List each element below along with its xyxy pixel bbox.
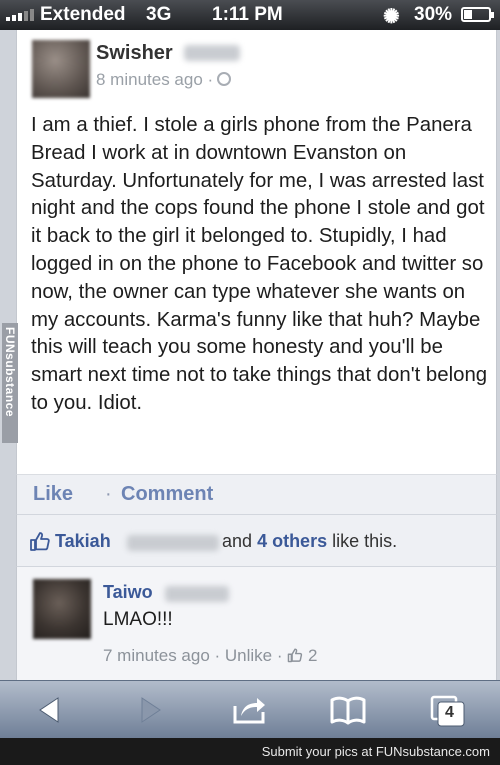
loading-spinner-icon: ✺	[383, 6, 400, 28]
browser-toolbar: 4	[0, 680, 500, 738]
commenter-name[interactable]: Taiwo	[103, 582, 153, 603]
post-actions: Like · Comment	[16, 474, 497, 514]
post-author-name[interactable]: Swisher	[96, 42, 173, 65]
forward-arrow-icon[interactable]	[130, 692, 170, 728]
post-body: I am a thief. I stole a girls phone from…	[31, 114, 488, 414]
tabs-icon[interactable]: 4	[428, 692, 468, 728]
comment-item: Taiwo LMAO!!! 7 minutes ago · Unlike · 2	[16, 566, 497, 680]
post-card: Swisher 8 minutes ago · I am a thief. I …	[16, 30, 497, 474]
battery-percent: 30%	[414, 4, 453, 25]
share-icon[interactable]	[229, 692, 269, 728]
likes-and: and	[222, 531, 253, 551]
comment-text: LMAO!!!	[103, 609, 173, 630]
likes-text: and 4 others like this.	[222, 531, 397, 552]
like-button[interactable]: Like	[33, 483, 73, 506]
commenter-avatar[interactable]	[33, 579, 91, 639]
watermark-bar: Submit your pics at FUNsubstance.com	[0, 738, 500, 765]
post-timestamp: 8 minutes ago ·	[96, 70, 232, 90]
comment-like-count: 2	[308, 646, 318, 665]
watermark-text: Submit your pics at FUNsubstance.com	[261, 744, 490, 759]
separator-dot: ·	[105, 483, 112, 505]
comment-meta-text[interactable]: 7 minutes ago · Unlike ·	[103, 646, 283, 665]
network-type: 3G	[146, 4, 172, 25]
redacted-surname	[127, 535, 219, 551]
status-bar: Extended 3G 1:11 PM ✺ 30%	[0, 0, 500, 30]
signal-icon	[6, 9, 34, 21]
likes-suffix: like this.	[332, 531, 398, 551]
others-link[interactable]: 4 others	[257, 531, 327, 551]
author-avatar[interactable]	[32, 40, 90, 98]
side-watermark: FUNsubstance	[2, 323, 18, 443]
comment-button[interactable]: Comment	[121, 483, 213, 506]
first-liker-name[interactable]: Takiah	[55, 531, 111, 552]
thumbs-up-icon	[287, 646, 308, 665]
thumbs-up-icon	[29, 530, 51, 557]
clock: 1:11 PM	[212, 4, 283, 25]
bookmarks-icon[interactable]	[328, 692, 368, 728]
globe-icon	[217, 72, 232, 86]
likes-summary[interactable]: Takiah and 4 others like this.	[16, 514, 497, 566]
tabs-count: 4	[445, 704, 454, 721]
comment-meta: 7 minutes ago · Unlike · 2	[103, 646, 317, 666]
back-arrow-icon[interactable]	[30, 692, 70, 728]
post-timestamp-text: 8 minutes ago ·	[96, 70, 214, 89]
redacted-surname	[165, 586, 229, 602]
redacted-surname	[184, 45, 240, 61]
carrier-name: Extended	[40, 4, 126, 25]
battery-icon	[461, 7, 494, 22]
